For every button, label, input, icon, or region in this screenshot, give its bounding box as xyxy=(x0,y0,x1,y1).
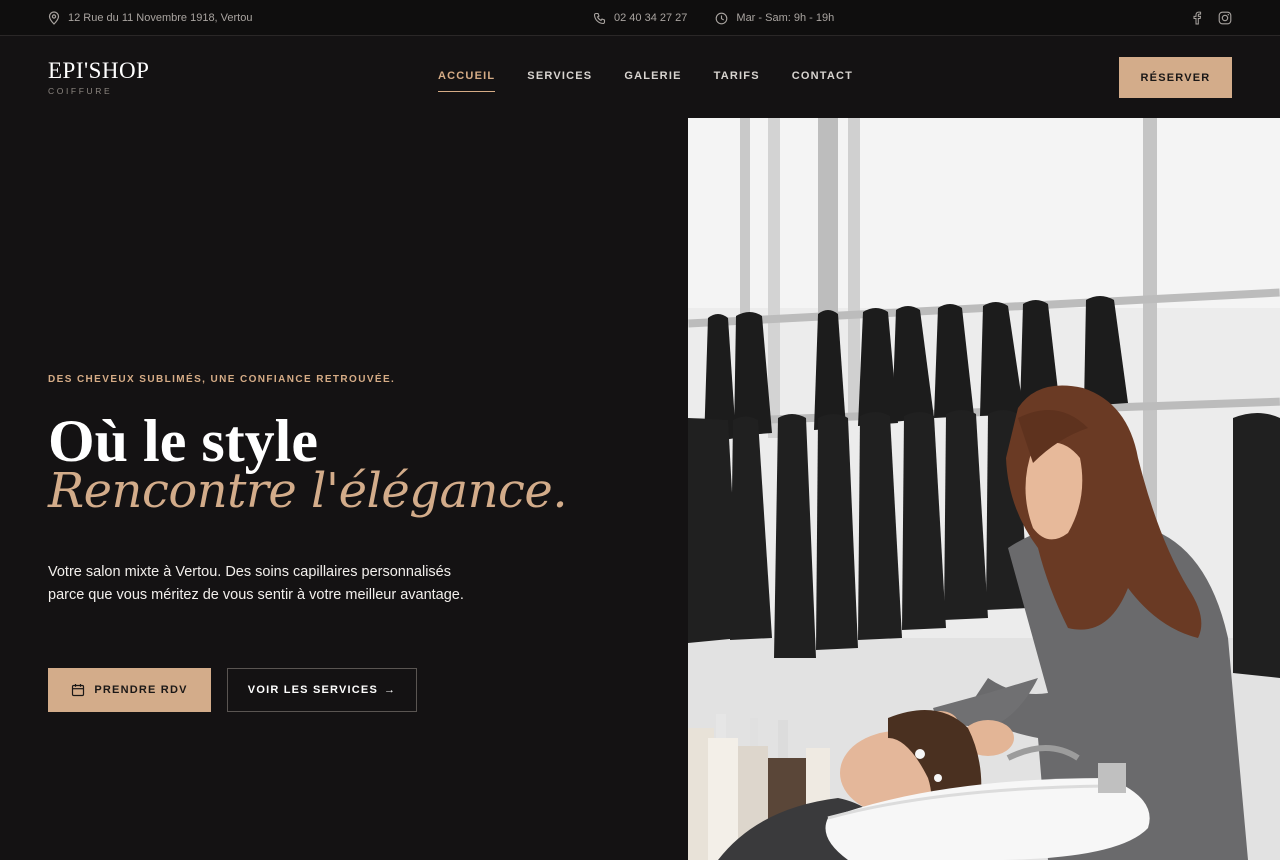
book-appointment-button[interactable]: PRENDRE RDV xyxy=(48,668,211,712)
view-services-label: VOIR LES SERVICES xyxy=(247,684,379,696)
nav-item-accueil[interactable]: ACCUEIL xyxy=(438,70,496,92)
hero-photo xyxy=(688,118,1280,860)
social-links xyxy=(1192,0,1232,36)
topbar-address: 12 Rue du 11 Novembre 1918, Vertou xyxy=(48,0,252,36)
arrow-right-icon: → xyxy=(384,684,397,696)
hero-title-line2: Rencontre l'élégance. xyxy=(48,463,568,519)
nav-item-tarifs[interactable]: TARIFS xyxy=(714,70,760,92)
main-nav: ACCUEIL SERVICES GALERIE TARIFS CONTACT xyxy=(438,70,853,92)
nav-item-galerie[interactable]: GALERIE xyxy=(624,70,681,92)
topbar-hours: Mar - Sam: 9h - 19h xyxy=(715,12,834,25)
reserve-button[interactable]: RÉSERVER xyxy=(1119,57,1232,98)
nav-item-services[interactable]: SERVICES xyxy=(527,70,592,92)
view-services-button[interactable]: VOIR LES SERVICES → xyxy=(227,668,417,712)
top-info-bar: 12 Rue du 11 Novembre 1918, Vertou 02 40… xyxy=(0,0,1280,36)
phone-icon xyxy=(593,12,606,25)
topbar-phone[interactable]: 02 40 34 27 27 xyxy=(593,12,687,25)
topbar-contact: 02 40 34 27 27 Mar - Sam: 9h - 19h xyxy=(593,0,834,36)
logo-tagline: COIFFURE xyxy=(48,86,113,96)
clock-icon xyxy=(715,12,728,25)
location-pin-icon xyxy=(48,11,60,25)
hours-text: Mar - Sam: 9h - 19h xyxy=(736,12,835,24)
phone-text: 02 40 34 27 27 xyxy=(614,12,688,24)
logo-name: EPI'SHOP xyxy=(48,58,150,83)
logo[interactable]: EPI'SHOP COIFFURE xyxy=(48,58,150,97)
calendar-icon xyxy=(71,683,85,697)
hero-lead-text: Votre salon mixte à Vertou. Des soins ca… xyxy=(48,564,464,603)
instagram-icon[interactable] xyxy=(1218,11,1232,25)
book-appointment-label: PRENDRE RDV xyxy=(94,684,188,696)
address-text: 12 Rue du 11 Novembre 1918, Vertou xyxy=(68,12,253,24)
nav-item-contact[interactable]: CONTACT xyxy=(792,70,853,92)
facebook-icon[interactable] xyxy=(1192,11,1202,25)
main-header: EPI'SHOP COIFFURE ACCUEIL SERVICES GALER… xyxy=(0,37,1280,117)
hero-eyebrow: DES CHEVEUX SUBLIMÉS, UNE CONFIANCE RETR… xyxy=(48,374,396,385)
